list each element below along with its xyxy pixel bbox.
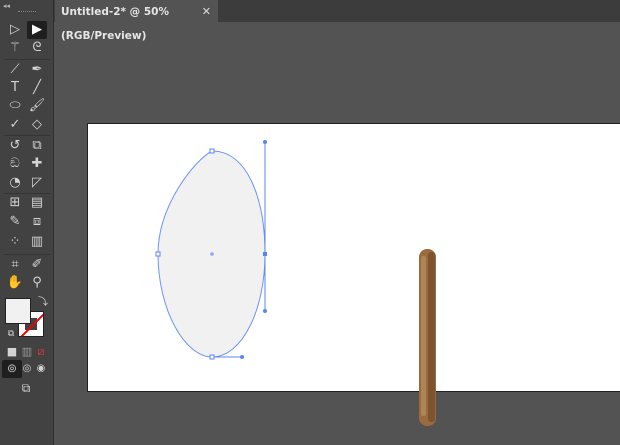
rotate-tool[interactable]: ↺ — [5, 137, 25, 155]
divider — [4, 254, 50, 255]
mesh-tool[interactable]: ⊞ — [5, 194, 25, 212]
eraser-tool[interactable]: ◇ — [27, 116, 47, 134]
canvas-artwork — [0, 0, 620, 445]
column-graph-tool[interactable]: ▥ — [27, 233, 47, 251]
magic-wand-tool[interactable]: ⚚ — [5, 39, 25, 57]
line-tool[interactable]: ╱ — [27, 79, 47, 97]
anchor-point[interactable] — [210, 149, 214, 153]
perspective-grid-tool[interactable]: ◸ — [27, 174, 47, 192]
bezier-handle-point[interactable] — [263, 140, 267, 144]
artboard-tool[interactable]: ⌗ — [5, 256, 25, 274]
anchor-point-selected[interactable] — [263, 252, 267, 256]
scale-tool[interactable]: ⧉ — [27, 137, 47, 155]
pen-tool[interactable]: ⟋ — [5, 61, 25, 79]
lasso-tool[interactable]: ᘓ — [27, 39, 47, 57]
slice-tool[interactable]: ✐ — [27, 256, 47, 274]
bezier-handle-point[interactable] — [263, 309, 267, 313]
zoom-tool[interactable]: ⚲ — [27, 274, 47, 292]
none-mode-icon[interactable]: ⧄ — [31, 343, 51, 361]
symbol-sprayer-tool[interactable]: ⁘ — [5, 233, 25, 251]
anchor-point[interactable] — [156, 252, 160, 256]
anchor-point[interactable] — [210, 355, 214, 359]
brush-handle-shape[interactable] — [419, 249, 436, 426]
shaper-tool[interactable]: ✓ — [5, 116, 25, 134]
shape-builder-tool[interactable]: ◔ — [5, 174, 25, 192]
gradient-tool[interactable]: ▤ — [27, 194, 47, 212]
divider — [4, 135, 50, 136]
puppet-warp-tool[interactable]: ✚ — [27, 155, 47, 173]
draw-inside-icon[interactable]: ◉ — [31, 360, 51, 378]
panel-grip[interactable] — [18, 11, 36, 13]
collapse-panel-icon[interactable]: ◂◂ — [3, 2, 10, 10]
blend-tool[interactable]: ⧈ — [27, 213, 47, 231]
divider — [4, 193, 50, 194]
direct-selection-tool[interactable]: ▶ — [27, 21, 47, 39]
hand-tool[interactable]: ✋ — [5, 274, 25, 292]
warp-tool[interactable]: ඞ — [5, 155, 25, 173]
divider — [4, 59, 50, 60]
bezier-handle-point[interactable] — [240, 355, 244, 359]
ellipse-tool[interactable]: ⬭ — [5, 97, 25, 115]
type-tool[interactable]: T — [5, 79, 25, 97]
swap-colors-icon[interactable]: ⤵ — [33, 294, 53, 312]
center-point — [210, 252, 214, 256]
selection-tool[interactable]: ▷ — [5, 21, 25, 39]
tools-panel: ◂◂ ▷▶⚚ᘓ⟋✒T╱⬭🖌✓◇↺⧉ඞ✚◔◸⊞▤✎⧈⁘▥⌗✐✋⚲ ⤵ ⧉ ■ ▥ … — [0, 0, 54, 445]
paintbrush-tool[interactable]: 🖌 — [27, 97, 47, 115]
fill-swatch[interactable] — [5, 298, 31, 324]
screen-mode-icon[interactable]: ⧉ — [16, 379, 36, 397]
default-colors-icon[interactable]: ⧉ — [1, 325, 21, 343]
curvature-tool[interactable]: ✒ — [27, 61, 47, 79]
eyedropper-tool[interactable]: ✎ — [5, 213, 25, 231]
